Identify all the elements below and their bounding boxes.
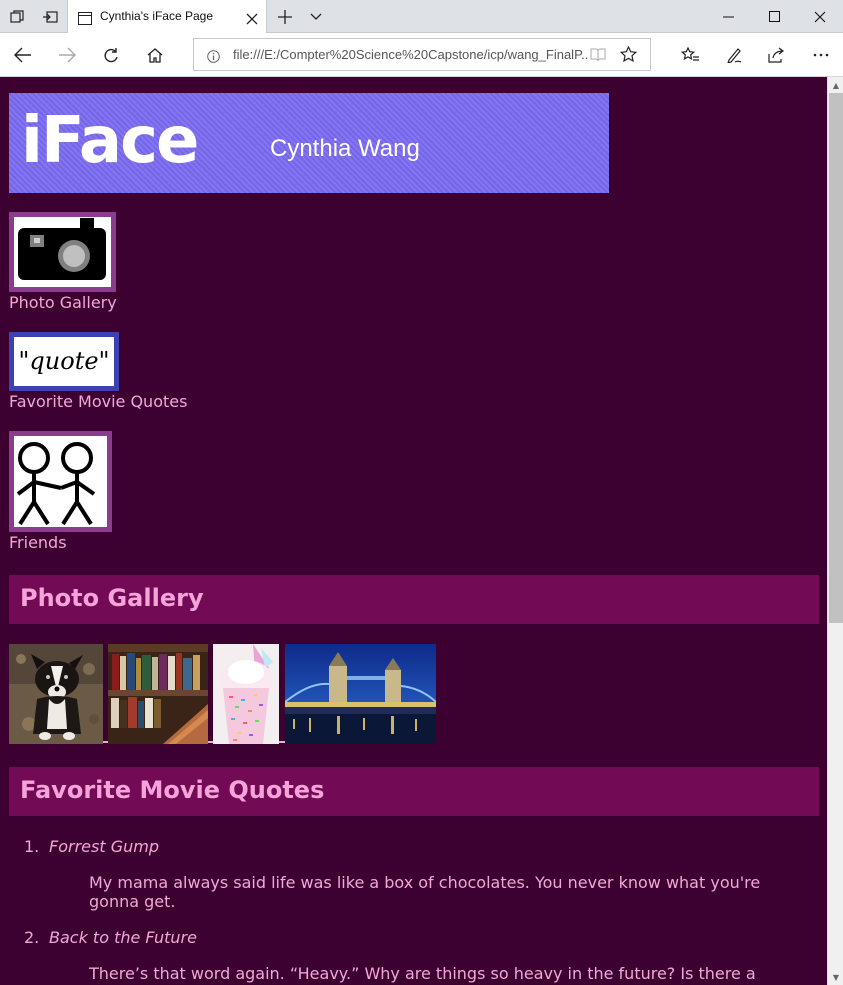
page-viewport: iFace Cynthia Wang Photo Gallery "quote" <box>0 77 827 985</box>
tab-list-chevron-icon[interactable] <box>299 0 332 33</box>
page-icon <box>78 10 92 29</box>
movie-quotes-heading-bar: Favorite Movie Quotes <box>9 767 819 816</box>
set-tabs-aside-icon[interactable] <box>33 0 66 33</box>
scroll-up-icon[interactable]: ▲ <box>828 77 843 93</box>
navigation-bar: file:///E:/Compter%20Science%20Capstone/… <box>0 33 843 77</box>
photo-gallery-heading-bar: Photo Gallery <box>9 575 819 624</box>
tab-actions-icon[interactable] <box>0 0 33 33</box>
forward-arrow-icon[interactable] <box>51 39 83 71</box>
address-bar[interactable]: file:///E:/Compter%20Science%20Capstone/… <box>193 38 651 71</box>
favorite-star-icon[interactable] <box>619 45 638 66</box>
photo-gallery-heading: Photo Gallery <box>20 584 204 612</box>
photo-gallery-label: Photo Gallery <box>9 293 117 312</box>
list-number: 1. <box>24 837 40 856</box>
home-icon[interactable] <box>139 39 171 71</box>
close-tab-icon[interactable] <box>246 10 258 29</box>
puppy-photo[interactable] <box>9 644 103 744</box>
friends-link[interactable]: Friends <box>9 431 112 552</box>
reading-view-icon[interactable] <box>590 47 606 66</box>
pen-icon[interactable] <box>718 39 750 71</box>
photo-gallery-link[interactable]: Photo Gallery <box>9 212 117 312</box>
quote-text: My mama always said life was like a box … <box>89 873 789 911</box>
share-icon[interactable] <box>760 39 792 71</box>
minimize-icon[interactable] <box>705 0 751 33</box>
tower-bridge-photo[interactable] <box>285 644 436 744</box>
movie-quotes-heading: Favorite Movie Quotes <box>20 776 325 804</box>
movie-quotes-link[interactable]: "quote" Favorite Movie Quotes <box>9 332 187 411</box>
scrollbar-thumb[interactable] <box>829 93 843 623</box>
movie-title: Back to the Future <box>49 928 197 947</box>
tab-active[interactable]: Cynthia's iFace Page <box>67 0 267 34</box>
refresh-icon[interactable] <box>95 39 127 71</box>
stick-figures-icon <box>9 431 112 532</box>
owner-name: Cynthia Wang <box>270 135 420 162</box>
new-tab-icon[interactable] <box>268 0 301 33</box>
quote-icon: "quote" <box>9 332 119 391</box>
friends-label: Friends <box>9 533 67 552</box>
quote-line: gonna get. <box>89 892 176 911</box>
maximize-icon[interactable] <box>751 0 797 33</box>
tab-title: Cynthia's iFace Page <box>100 9 214 23</box>
header-banner: iFace Cynthia Wang <box>9 93 609 193</box>
quote-line: There’s that word again. “Heavy.” Why ar… <box>89 964 756 983</box>
quote-text: There’s that word again. “Heavy.” Why ar… <box>89 964 789 983</box>
svg-text:"quote": "quote" <box>18 347 109 375</box>
more-menu-icon[interactable] <box>805 39 837 71</box>
movie-title: Forrest Gump <box>49 837 159 856</box>
camera-icon <box>9 212 116 292</box>
title-bar: Cynthia's iFace Page <box>0 0 843 34</box>
vertical-scrollbar[interactable]: ▲ ▼ <box>827 77 843 985</box>
movie-quotes-label: Favorite Movie Quotes <box>9 392 188 411</box>
close-window-icon[interactable] <box>797 0 843 33</box>
bookshelf-photo[interactable] <box>108 644 208 744</box>
info-icon[interactable] <box>207 48 220 67</box>
back-arrow-icon[interactable] <box>7 39 39 71</box>
favorites-hub-icon[interactable] <box>674 39 706 71</box>
sprinkle-shake-photo[interactable] <box>213 644 279 744</box>
iface-logo: iFace <box>21 104 199 178</box>
list-number: 2. <box>24 928 40 947</box>
scroll-down-icon[interactable]: ▼ <box>828 969 843 985</box>
quote-line: My mama always said life was like a box … <box>89 873 761 892</box>
url-text: file:///E:/Compter%20Science%20Capstone/… <box>233 47 588 62</box>
